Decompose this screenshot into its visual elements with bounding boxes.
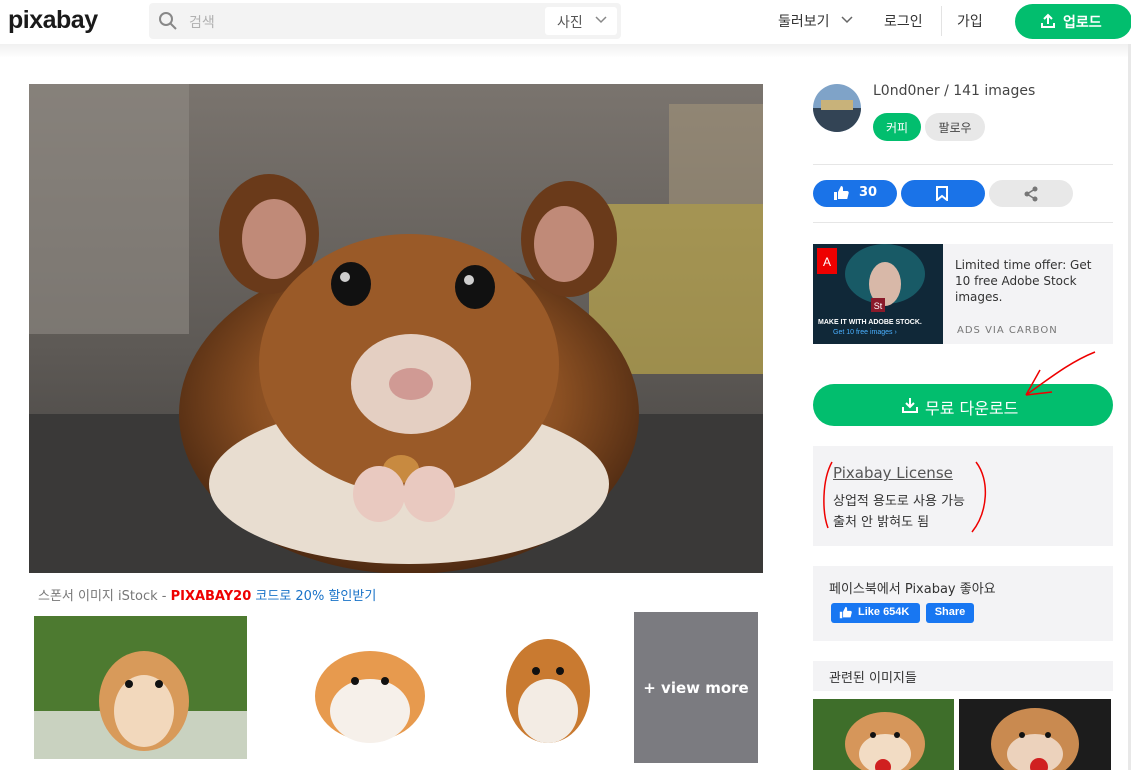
sponsor-prefix: 스폰서 이미지 iStock - — [38, 589, 171, 604]
avatar-image — [813, 84, 861, 132]
view-more-label: + view more — [643, 679, 749, 697]
ad-banner-line2: Get 10 free images › — [833, 329, 897, 336]
ad-image[interactable]: A St MAKE IT WITH ADOBE STOCK. Get 10 fr… — [813, 244, 943, 344]
follow-button[interactable]: 팔로우 — [925, 113, 985, 141]
hamster-photo-illustration — [29, 84, 763, 573]
related-images-header: 관련된 이미지들 — [813, 661, 1113, 691]
search-type-label: 사진 — [557, 15, 583, 31]
carbon-ad[interactable]: A St MAKE IT WITH ADOBE STOCK. Get 10 fr… — [813, 244, 1113, 344]
chevron-down-icon — [595, 16, 607, 24]
like-button[interactable]: 30 — [813, 180, 897, 207]
sponsor-code: PIXABAY20 — [170, 589, 252, 604]
sponsor-thumbnail[interactable] — [260, 616, 460, 759]
license-line1: 상업적 용도로 사용 가능 — [833, 494, 965, 509]
ads-via-carbon[interactable]: ADS VIA CARBON — [957, 325, 1058, 336]
facebook-box: 페이스북에서 Pixabay 좋아요 Like 654K Share — [813, 566, 1113, 641]
license-box: Pixabay License 상업적 용도로 사용 가능 출처 안 밝혀도 됨 — [813, 446, 1113, 546]
upload-label: 업로드 — [1063, 15, 1102, 31]
sponsor-thumbnail[interactable] — [34, 616, 247, 759]
share-icon — [1024, 186, 1038, 202]
explore-menu[interactable]: 둘러보기 — [778, 11, 853, 31]
thumbs-up-icon — [834, 186, 849, 200]
view-more-button[interactable]: + view more — [634, 612, 758, 763]
adobe-stock-banner: A St MAKE IT WITH ADOBE STOCK. Get 10 fr… — [813, 244, 943, 344]
divider — [813, 222, 1113, 223]
related-thumbnail[interactable] — [959, 699, 1111, 770]
like-count: 30 — [859, 185, 878, 200]
hamster-thumbnail-image — [34, 616, 247, 759]
fb-like-label: Like 654K — [858, 606, 910, 618]
author-name[interactable]: L0nd0ner / 141 images — [873, 83, 1035, 99]
header: pixabay 검색 사진 둘러보기 로그인 가입 업로드 — [0, 0, 1131, 44]
related-thumbnail[interactable] — [813, 699, 954, 770]
header-shadow — [0, 44, 1131, 58]
main-photo-hamster[interactable] — [29, 84, 763, 573]
search-bar[interactable]: 검색 사진 — [149, 3, 621, 39]
join-link[interactable]: 가입 — [957, 11, 983, 31]
sponsor-text[interactable]: 스폰서 이미지 iStock - PIXABAY20 코드로 20% 할인받기 — [38, 585, 376, 604]
license-line2: 출처 안 밝혀도 됨 — [833, 515, 930, 530]
pixabay-logo[interactable]: pixabay — [8, 6, 98, 35]
hamster-thumbnail-image — [472, 616, 624, 759]
download-label: 무료 다운로드 — [925, 399, 1019, 418]
svg-text:St: St — [874, 301, 883, 311]
coffee-button[interactable]: 커피 — [873, 113, 921, 141]
upload-button[interactable]: 업로드 — [1015, 4, 1131, 39]
download-icon — [902, 398, 918, 413]
related-title: 관련된 이미지들 — [829, 671, 917, 686]
hamster-thumbnail-image — [260, 616, 460, 759]
bookmark-icon — [936, 186, 948, 201]
sponsor-thumbnail[interactable] — [472, 616, 624, 759]
share-button[interactable] — [989, 180, 1073, 207]
thumbs-up-icon — [839, 606, 852, 619]
hamster-thumbnail-image — [813, 699, 954, 770]
hamster-thumbnail-image — [959, 699, 1111, 770]
bookmark-button[interactable] — [901, 180, 985, 207]
explore-label: 둘러보기 — [778, 14, 830, 30]
sponsor-link[interactable]: 코드로 20% 할인받기 — [251, 589, 376, 604]
license-link[interactable]: Pixabay License — [833, 464, 953, 482]
divider — [813, 164, 1113, 165]
fb-share-button[interactable]: Share — [926, 603, 974, 623]
chevron-down-icon — [841, 16, 853, 24]
ad-banner-line1: MAKE IT WITH ADOBE STOCK. — [818, 319, 922, 326]
search-icon — [159, 12, 177, 30]
upload-icon — [1041, 13, 1055, 28]
fb-like-button[interactable]: Like 654K — [831, 603, 920, 623]
nav-divider — [941, 6, 942, 36]
avatar[interactable] — [813, 84, 861, 132]
ad-text[interactable]: Limited time offer: Get 10 free Adobe St… — [955, 257, 1105, 305]
facebook-text: 페이스북에서 Pixabay 좋아요 — [829, 582, 996, 597]
login-link[interactable]: 로그인 — [884, 11, 923, 31]
search-input[interactable]: 검색 — [189, 12, 215, 32]
svg-text:A: A — [823, 255, 831, 269]
search-type-select[interactable]: 사진 — [545, 7, 617, 35]
free-download-button[interactable]: 무료 다운로드 — [813, 384, 1113, 426]
